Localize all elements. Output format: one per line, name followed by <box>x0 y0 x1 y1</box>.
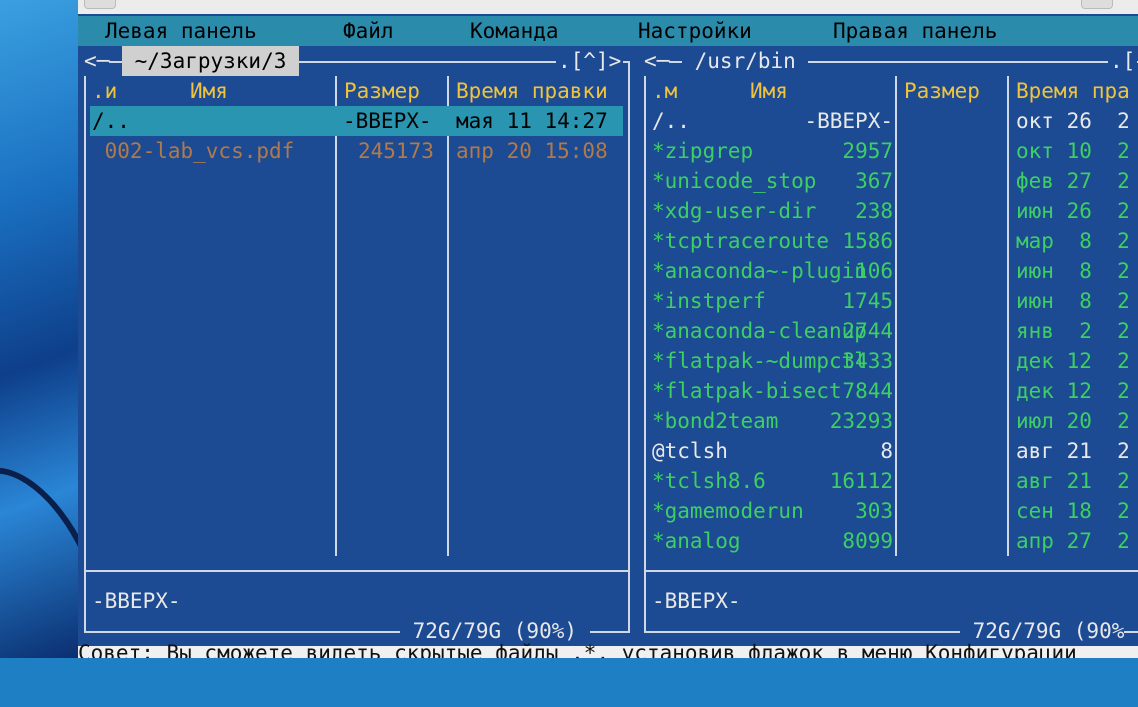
hint-text: Совет: Вы сможете видеть скрытые файлы .… <box>78 641 1077 658</box>
right-path-hotlist[interactable]: .[ <box>1108 46 1138 76</box>
window-titlebar <box>78 0 1138 14</box>
right-header-size[interactable]: Размер <box>904 76 980 106</box>
file-size: 1586 <box>842 229 893 253</box>
left-sort-indicator[interactable]: .и <box>92 76 117 106</box>
file-name: /.. <box>652 109 690 133</box>
menu-settings[interactable]: Настройки <box>638 19 752 43</box>
right-col-divider-1 <box>895 76 897 556</box>
file-name: /.. <box>92 109 130 133</box>
right-header-mtime[interactable]: Время пра <box>1016 76 1130 106</box>
right-col-divider-2 <box>1007 76 1009 556</box>
file-size: 23293 <box>829 409 893 433</box>
file-mtime: мая 11 14:27 <box>456 109 608 133</box>
file-size: 3433 <box>842 349 893 373</box>
file-size: 367 <box>855 169 893 193</box>
file-mtime: мар 8 2 <box>1016 229 1130 253</box>
file-mtime: апр 20 15:08 <box>456 139 608 163</box>
file-name: *instperf <box>652 289 766 313</box>
file-mtime: июн 8 2 <box>1016 289 1130 313</box>
right-path-prefix[interactable]: <─ <box>644 46 670 76</box>
titlebar-button-right[interactable] <box>1081 0 1113 9</box>
file-size: 7844 <box>842 379 893 403</box>
file-name: *tclsh8.6 <box>652 469 766 493</box>
left-path-hotlist[interactable]: .[^]> <box>556 46 624 76</box>
left-header-size[interactable]: Размер <box>344 76 420 106</box>
file-mtime: сен 18 2 <box>1016 499 1130 523</box>
file-mtime: авг 21 2 <box>1016 439 1130 463</box>
menu-left-panel[interactable]: Левая панель <box>105 19 257 43</box>
file-name: 002-lab_vcs.pdf <box>92 139 295 163</box>
right-panel[interactable]: <─ /usr/bin .[ .м Имя Размер Время пра /… <box>638 46 1138 646</box>
file-name: *tcptraceroute <box>652 229 830 253</box>
file-mtime: окт 10 2 <box>1016 139 1130 163</box>
file-size: 16112 <box>829 469 893 493</box>
file-name: *unicode_stop <box>652 169 817 193</box>
file-size: -ВВЕРХ- <box>804 109 893 133</box>
left-path-title[interactable]: ~/Загрузки/3 <box>122 46 300 76</box>
file-mtime: дек 12 2 <box>1016 349 1130 373</box>
file-mtime: апр 27 2 <box>1016 529 1130 553</box>
file-size: 106 <box>855 259 893 283</box>
right-panel-status-divider <box>644 570 1138 572</box>
menu-command[interactable]: Команда <box>470 19 559 43</box>
file-name: *anaconda-cleanup <box>652 319 867 343</box>
file-name: *xdg-user-dir <box>652 199 817 223</box>
menu-file[interactable]: Файл <box>343 19 394 43</box>
menu-right-panel[interactable]: Правая панель <box>833 19 997 43</box>
file-mtime: июн 26 2 <box>1016 199 1130 223</box>
file-size: 245173 <box>358 139 434 163</box>
right-status-line: -ВВЕРХ- <box>652 589 741 613</box>
file-name: *analog <box>652 529 741 553</box>
left-panel[interactable]: <─ ~/Загрузки/3 .[^]> .и Имя Размер Врем… <box>78 46 638 646</box>
left-path-prefix[interactable]: <─ <box>84 46 110 76</box>
file-size: 8 <box>880 439 893 463</box>
file-size: 238 <box>855 199 893 223</box>
file-mtime: янв 2 2 <box>1016 319 1130 343</box>
file-mtime: июн 8 2 <box>1016 259 1130 283</box>
file-mtime: фев 27 2 <box>1016 169 1130 193</box>
file-name: *flatpak-~dumpctl <box>652 349 867 373</box>
left-status-line: -ВВЕРХ- <box>92 589 181 613</box>
hint-bar: Совет: Вы сможете видеть скрытые файлы .… <box>78 642 1138 658</box>
left-col-divider-2 <box>447 76 449 556</box>
right-path-title[interactable]: /usr/bin <box>682 46 809 76</box>
left-header-mtime[interactable]: Время правки <box>456 76 608 106</box>
desktop-wallpaper <box>0 0 136 707</box>
file-size: 1745 <box>842 289 893 313</box>
mc-menubar: Левая панель Файл Команда Настройки Прав… <box>78 16 1138 46</box>
right-sort-indicator[interactable]: .м <box>652 76 677 106</box>
left-col-divider-1 <box>335 76 337 556</box>
file-name: *flatpak-bisect <box>652 379 842 403</box>
file-name: *bond2team <box>652 409 779 433</box>
file-size: -ВВЕРХ- <box>343 109 432 133</box>
titlebar-button-left[interactable] <box>84 0 116 9</box>
file-size: 303 <box>855 499 893 523</box>
file-mtime: июл 20 2 <box>1016 409 1130 433</box>
file-mtime: дек 12 2 <box>1016 379 1130 403</box>
file-name: *gamemoderun <box>652 499 804 523</box>
file-name: *zipgrep <box>652 139 754 163</box>
left-header-name[interactable]: Имя <box>190 76 228 106</box>
file-size: 8099 <box>842 529 893 553</box>
file-size: 2744 <box>842 319 893 343</box>
left-panel-status-divider <box>84 570 630 572</box>
file-mtime: авг 21 2 <box>1016 469 1130 493</box>
terminal-window: Левая панель Файл Команда Настройки Прав… <box>78 0 1138 658</box>
file-name: *anaconda~-plugin <box>652 259 867 283</box>
file-mtime: окт 26 2 <box>1016 109 1130 133</box>
right-header-name[interactable]: Имя <box>750 76 788 106</box>
file-name: @tclsh <box>652 439 728 463</box>
file-size: 2957 <box>842 139 893 163</box>
